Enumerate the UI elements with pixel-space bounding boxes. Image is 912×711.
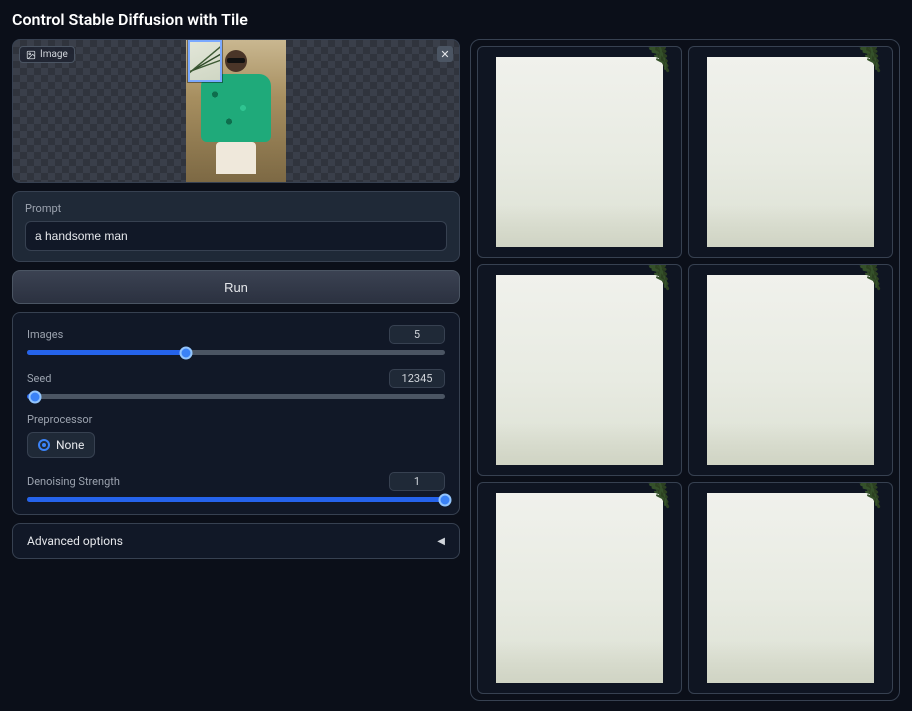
advanced-options-accordion[interactable]: Advanced options ◀ [12,523,460,559]
seed-label: Seed [27,372,51,385]
gallery-item[interactable] [688,46,893,258]
image-input-panel[interactable]: Image ✕ [12,39,460,183]
image-header-chip: Image [19,46,75,63]
seed-value[interactable]: 12345 [389,369,445,388]
gallery-item[interactable] [477,482,682,694]
run-button[interactable]: Run [12,270,460,304]
prompt-panel: Prompt [12,191,460,262]
seed-slider[interactable] [27,394,445,399]
image-header-label: Image [40,49,68,60]
radio-checked-icon [38,439,50,451]
image-clear-button[interactable]: ✕ [437,46,453,62]
gallery-item[interactable] [688,482,893,694]
advanced-options-label: Advanced options [27,534,123,548]
images-value[interactable]: 5 [389,325,445,344]
prompt-input[interactable] [25,221,447,251]
gallery-item[interactable] [688,264,893,476]
preprocessor-label: Preprocessor [27,413,445,426]
gallery-item[interactable] [477,264,682,476]
preprocessor-group: Preprocessor None [27,413,445,458]
gallery-item[interactable] [477,46,682,258]
denoise-slider-row: Denoising Strength 1 [27,472,445,502]
crop-selection[interactable] [188,40,222,82]
prompt-label: Prompt [25,202,447,215]
images-label: Images [27,328,63,341]
close-icon: ✕ [440,48,449,61]
image-icon [26,50,36,60]
page-title: Control Stable Diffusion with Tile [12,10,900,29]
images-slider[interactable] [27,350,445,355]
caret-left-icon: ◀ [437,536,445,547]
preprocessor-option-label: None [56,438,84,452]
seed-slider-row: Seed 12345 [27,369,445,399]
controls-panel: Images 5 Seed 12345 [12,312,460,515]
denoise-value[interactable]: 1 [389,472,445,491]
preprocessor-option-none[interactable]: None [27,432,95,458]
output-gallery [470,39,900,701]
images-slider-row: Images 5 [27,325,445,355]
denoise-label: Denoising Strength [27,475,120,488]
denoise-slider[interactable] [27,497,445,502]
